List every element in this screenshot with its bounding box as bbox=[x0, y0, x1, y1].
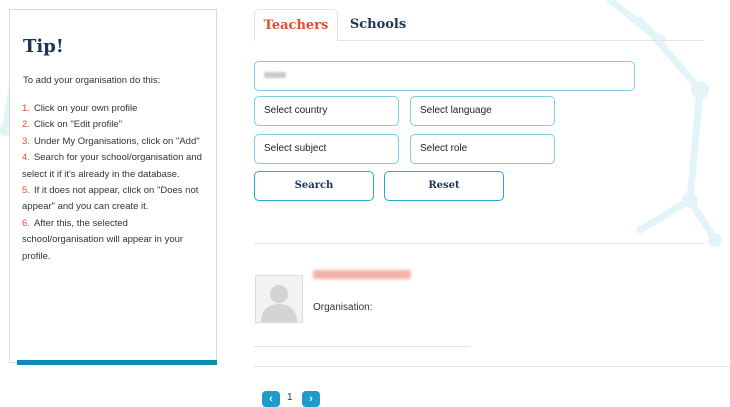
role-select[interactable]: Select role bbox=[410, 134, 555, 164]
pagination-prev-button[interactable]: ‹ bbox=[262, 391, 280, 407]
tip-step: 5. If it does not appear, click on "Does … bbox=[22, 183, 208, 216]
tab-schools[interactable]: Schools bbox=[338, 9, 418, 40]
tip-step-number: 6. bbox=[22, 217, 30, 229]
avatar[interactable] bbox=[255, 275, 303, 323]
tip-step-number: 3. bbox=[22, 135, 30, 147]
tip-panel: Tip! To add your organisation do this: 1… bbox=[9, 9, 217, 365]
tip-intro: To add your organisation do this: bbox=[23, 75, 161, 86]
chevron-right-icon: › bbox=[309, 393, 313, 405]
search-input-blurred-value bbox=[264, 72, 286, 79]
tip-step-text: After this, the selected school/organisa… bbox=[22, 217, 184, 262]
country-select[interactable]: Select country bbox=[254, 96, 399, 126]
subject-select[interactable]: Select subject bbox=[254, 134, 399, 164]
result-organisation-label: Organisation: bbox=[313, 302, 373, 313]
search-input[interactable] bbox=[254, 61, 635, 91]
tip-step-number: 2. bbox=[22, 119, 30, 131]
tip-step-number: 4. bbox=[22, 152, 30, 164]
tip-title: Tip! bbox=[23, 36, 64, 57]
tip-step-number: 5. bbox=[22, 185, 30, 197]
chevron-left-icon: ‹ bbox=[269, 393, 273, 405]
tip-step: 3. Under My Organisations, click on "Add" bbox=[22, 134, 208, 150]
tip-accent-bar bbox=[17, 360, 217, 365]
tip-step-number: 1. bbox=[22, 103, 30, 114]
tip-step: 1. Click on your own profile bbox=[22, 101, 208, 117]
tip-step-text: Under My Organisations, click on "Add" bbox=[33, 135, 200, 147]
divider bbox=[254, 243, 704, 244]
result-name-blurred[interactable] bbox=[313, 270, 411, 279]
language-select[interactable]: Select language bbox=[410, 96, 555, 126]
tip-steps-list: 1. Click on your own profile 2. Click on "… bbox=[22, 101, 208, 265]
user-placeholder-icon bbox=[261, 285, 297, 322]
tip-step: 6. After this, the selected school/organi… bbox=[22, 216, 208, 265]
tip-step: 4. Search for your school/organisation an… bbox=[22, 150, 208, 183]
divider bbox=[254, 346, 470, 347]
tip-step: 2. Click on "Edit profile" bbox=[22, 117, 208, 133]
tip-step-text: If it does not appear, click on "Does no… bbox=[22, 185, 199, 213]
pagination-current-page[interactable]: 1 bbox=[287, 392, 293, 403]
tab-teachers[interactable]: Teachers bbox=[254, 9, 338, 41]
divider bbox=[254, 366, 730, 367]
tab-bar: Teachers Schools bbox=[254, 9, 704, 41]
reset-button[interactable]: Reset bbox=[384, 171, 504, 201]
search-button[interactable]: Search bbox=[254, 171, 374, 201]
pagination-next-button[interactable]: › bbox=[302, 391, 320, 407]
tip-step-text: Click on your own profile bbox=[33, 103, 138, 114]
tip-step-text: Search for your school/organisation and … bbox=[22, 152, 202, 180]
tip-step-text: Click on "Edit profile" bbox=[33, 119, 122, 131]
